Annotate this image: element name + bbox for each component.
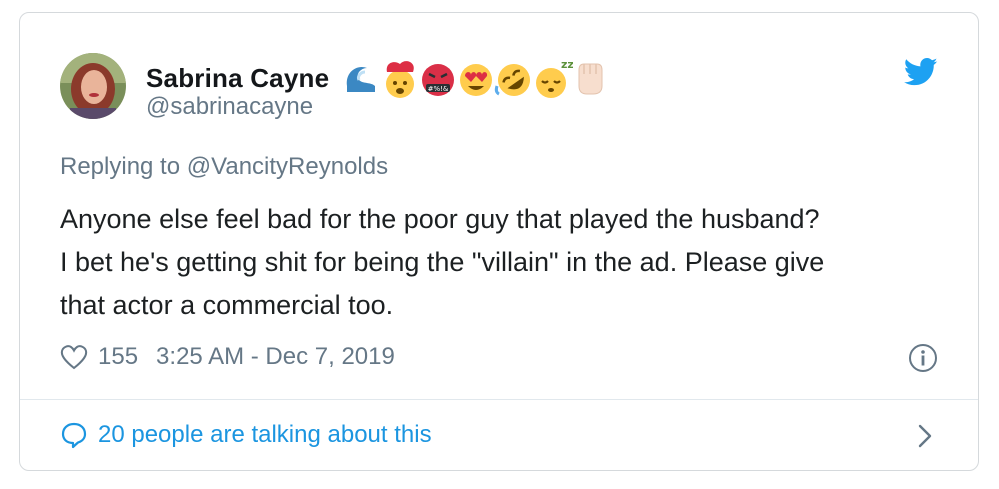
tweet-text: Anyone else feel bad for the poor guy th… bbox=[60, 198, 960, 327]
conversation-link-label[interactable]: 20 people are talking about this bbox=[98, 421, 432, 449]
tweet-text-line: Anyone else feel bad for the poor guy th… bbox=[60, 204, 820, 234]
heart-eyes-emoji-icon bbox=[455, 56, 497, 100]
raised-fist-emoji-icon bbox=[569, 56, 611, 100]
replying-to-prefix: Replying to bbox=[60, 153, 187, 180]
card-divider bbox=[20, 399, 978, 400]
speech-bubble-icon bbox=[60, 421, 88, 449]
replying-to-line: Replying to @VancityReynolds bbox=[60, 153, 388, 181]
timestamp[interactable]: 3:25 AM - Dec 7, 2019 bbox=[156, 343, 395, 371]
name-emoji-row: #%!& zz bbox=[341, 55, 607, 101]
tweet-meta-row: 155 3:25 AM - Dec 7, 2019 bbox=[60, 343, 395, 371]
info-icon[interactable] bbox=[908, 343, 938, 373]
sleeping-face-emoji-icon: zz bbox=[531, 56, 573, 100]
tweet-text-line: that actor a commercial too. bbox=[60, 290, 394, 320]
conversation-link[interactable]: 20 people are talking about this bbox=[60, 421, 432, 449]
author-handle[interactable]: @sabrinacayne bbox=[146, 93, 313, 121]
twitter-bird-icon[interactable] bbox=[903, 57, 938, 87]
tweet-text-line: I bet he's getting shit for being the "v… bbox=[60, 247, 825, 277]
wave-emoji-icon bbox=[341, 56, 383, 100]
svg-text:#%!&: #%!& bbox=[428, 85, 449, 93]
cursing-face-emoji-icon: #%!& bbox=[417, 56, 459, 100]
avatar[interactable] bbox=[60, 53, 126, 119]
chevron-right-icon[interactable] bbox=[916, 423, 934, 449]
reply-mention-link[interactable]: @VancityReynolds bbox=[187, 153, 388, 180]
rofl-emoji-icon bbox=[493, 56, 535, 100]
embedded-tweet-card: Sabrina Cayne #%!& zz @sabrinacayne Repl… bbox=[19, 12, 979, 471]
author-display-name[interactable]: Sabrina Cayne bbox=[146, 63, 329, 94]
exploding-head-emoji-icon bbox=[379, 56, 421, 100]
like-count[interactable]: 155 bbox=[98, 343, 138, 371]
heart-icon[interactable] bbox=[60, 344, 88, 370]
